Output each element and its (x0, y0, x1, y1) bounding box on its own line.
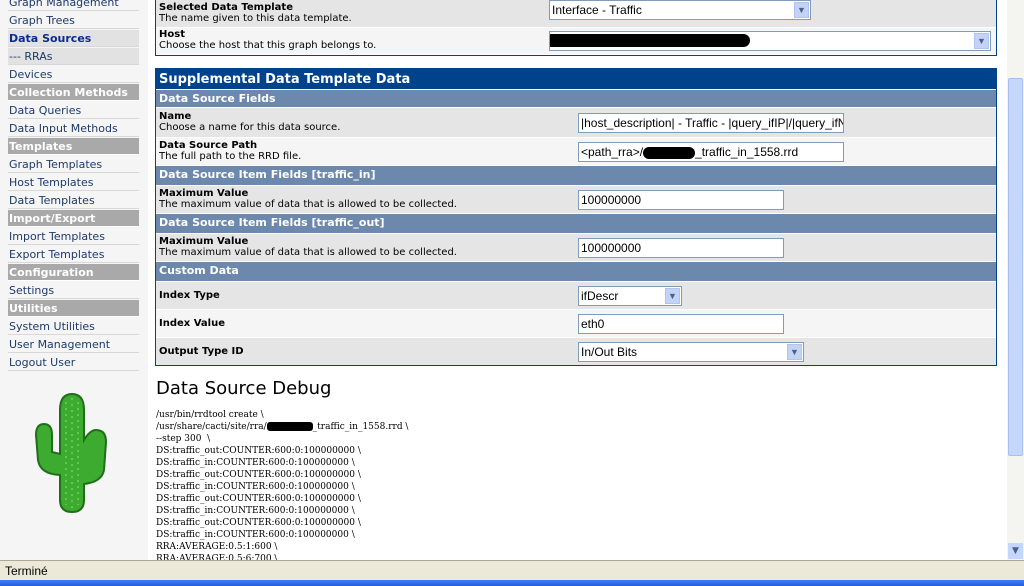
index-value-row: Index Value eth0 (156, 310, 996, 338)
index-type-value: ifDescr (581, 289, 619, 303)
chevron-down-icon[interactable]: ▼ (787, 344, 802, 360)
sidebar-item-rras[interactable]: --- RRAs (8, 48, 139, 65)
sidebar-item-data-sources[interactable]: Data Sources (8, 30, 139, 47)
path-title: Data Source Path (159, 140, 258, 151)
sidebar-header-configuration: Configuration (8, 264, 139, 281)
name-input[interactable]: |host_description| - Traffic - |query_if… (578, 113, 844, 133)
debug-line: RRA:AVERAGE:0.5:6:700 \ (156, 554, 278, 560)
path-suffix: _traffic_in_1558.rrd (695, 145, 799, 159)
name-desc: Choose a name for this data source. (159, 122, 341, 133)
debug-line: DS:traffic_out:COUNTER:600:0:100000000 \ (156, 446, 361, 456)
max-in-desc: The maximum value of data that is allowe… (159, 199, 457, 210)
template-row: Selected Data Template The name given to … (156, 0, 996, 28)
max-out-input[interactable]: 100000000 (578, 238, 784, 258)
index-type-row: Index Type ifDescr ▼ (156, 282, 996, 310)
path-row: Data Source Path The full path to the RRD… (156, 138, 996, 166)
debug-line: DS:traffic_out:COUNTER:600:0:100000000 \ (156, 494, 361, 504)
max-in-row: Maximum Value The maximum value of data t… (156, 186, 996, 214)
sidebar-header-utilities: Utilities (8, 300, 139, 317)
max-out-title: Maximum Value (159, 236, 249, 247)
custom-header: Custom Data (156, 262, 996, 282)
max-in-title: Maximum Value (159, 188, 249, 199)
template-title: Selected Data Template (159, 2, 293, 13)
supplemental-title: Supplemental Data Template Data (156, 69, 996, 90)
debug-output: /usr/bin/rrdtool create \ /usr/share/cact… (156, 409, 408, 560)
chevron-down-icon[interactable]: ▼ (665, 288, 680, 304)
data-template-box: Selected Data Template The name given to … (155, 0, 997, 56)
sidebar-item-import-templates[interactable]: Import Templates (8, 228, 139, 245)
debug-title: Data Source Debug (156, 378, 332, 399)
debug-line: RRA:AVERAGE:0.5:1:600 \ (156, 542, 278, 552)
sidebar-header-import-export: Import/Export (8, 210, 139, 227)
supplemental-box: Supplemental Data Template Data Data Sou… (155, 68, 997, 366)
sidebar-item-user-management[interactable]: User Management (8, 336, 139, 353)
host-row: Host Choose the host that this graph belo… (156, 28, 996, 55)
scrollbar-thumb[interactable] (1008, 78, 1023, 456)
sidebar-item-settings[interactable]: Settings (8, 282, 139, 299)
status-bar: Terminé (0, 560, 1024, 580)
output-type-value: In/Out Bits (581, 345, 638, 359)
sidebar-item-data-templates[interactable]: Data Templates (8, 192, 139, 209)
redacted-path (643, 146, 696, 159)
debug-line-suffix: _traffic_in_1558.rrd \ (312, 422, 409, 432)
name-row: Name Choose a name for this data source. … (156, 108, 996, 138)
sidebar-header-templates: Templates (8, 138, 139, 155)
max-in-input[interactable]: 100000000 (578, 190, 784, 210)
redacted-debug (266, 422, 313, 431)
path-prefix: <path_rra>/ (581, 145, 644, 159)
index-value-title: Index Value (159, 318, 225, 329)
host-desc: Choose the host that this graph belongs … (159, 40, 377, 51)
scroll-down-arrow-icon[interactable]: ▼ (1008, 543, 1023, 559)
main-content: Selected Data Template The name given to … (148, 0, 1006, 560)
data-template-select[interactable]: Interface - Traffic ▼ (549, 0, 811, 20)
sidebar-item-data-input-methods[interactable]: Data Input Methods (8, 120, 139, 137)
debug-line: /usr/bin/rrdtool create \ (156, 410, 264, 420)
sidebar-item-logout-user[interactable]: Logout User (8, 354, 139, 371)
sidebar-item-system-utilities[interactable]: System Utilities (8, 318, 139, 335)
index-value-input[interactable]: eth0 (578, 314, 784, 334)
output-type-select[interactable]: In/Out Bits ▼ (578, 342, 804, 362)
sidebar-header-collection-methods: Collection Methods (8, 84, 139, 101)
name-title: Name (159, 111, 192, 122)
redacted-host (550, 34, 750, 47)
template-desc: The name given to this data template. (159, 13, 352, 24)
vertical-scrollbar[interactable]: ▼ (1007, 0, 1024, 560)
item-out-header: Data Source Item Fields [traffic_out] (156, 214, 996, 234)
debug-line: DS:traffic_out:COUNTER:600:0:100000000 \ (156, 518, 361, 528)
debug-line: DS:traffic_in:COUNTER:600:0:100000000 \ (156, 530, 355, 540)
sidebar-item-graph-templates[interactable]: Graph Templates (8, 156, 139, 173)
sidebar-item-host-templates[interactable]: Host Templates (8, 174, 139, 191)
sidebar-item-data-queries[interactable]: Data Queries (8, 102, 139, 119)
output-type-row: Output Type ID In/Out Bits ▼ (156, 338, 996, 365)
chevron-down-icon[interactable]: ▼ (974, 33, 989, 49)
index-type-select[interactable]: ifDescr ▼ (578, 286, 682, 306)
debug-line: DS:traffic_in:COUNTER:600:0:100000000 \ (156, 482, 355, 492)
debug-line: --step 300 \ (156, 434, 211, 444)
sidebar-item-graph-management[interactable]: Graph Management (8, 0, 139, 11)
index-type-title: Index Type (159, 290, 220, 301)
sidebar-item-export-templates[interactable]: Export Templates (8, 246, 139, 263)
cactus-logo (34, 392, 108, 514)
data-template-value: Interface - Traffic (552, 3, 642, 17)
debug-line: DS:traffic_in:COUNTER:600:0:100000000 \ (156, 458, 355, 468)
sidebar-item-graph-trees[interactable]: Graph Trees (8, 12, 139, 29)
max-out-row: Maximum Value The maximum value of data t… (156, 234, 996, 262)
sidebar-item-devices[interactable]: Devices (8, 66, 139, 83)
path-input[interactable]: <path_rra>/ _traffic_in_1558.rrd (578, 142, 844, 162)
debug-line: DS:traffic_out:COUNTER:600:0:100000000 \ (156, 470, 361, 480)
debug-line: DS:traffic_in:COUNTER:600:0:100000000 \ (156, 506, 355, 516)
debug-line: /usr/share/cacti/site/rra/_traffic_in_15… (156, 422, 409, 432)
chevron-down-icon[interactable]: ▼ (794, 2, 809, 18)
host-select[interactable]: ▼ (549, 31, 991, 51)
max-out-desc: The maximum value of data that is allowe… (159, 247, 457, 258)
taskbar (0, 580, 1024, 586)
host-title: Host (159, 29, 185, 40)
item-in-header: Data Source Item Fields [traffic_in] (156, 166, 996, 186)
output-type-title: Output Type ID (159, 346, 244, 357)
fields-header: Data Source Fields (156, 90, 996, 108)
path-desc: The full path to the RRD file. (159, 151, 302, 162)
